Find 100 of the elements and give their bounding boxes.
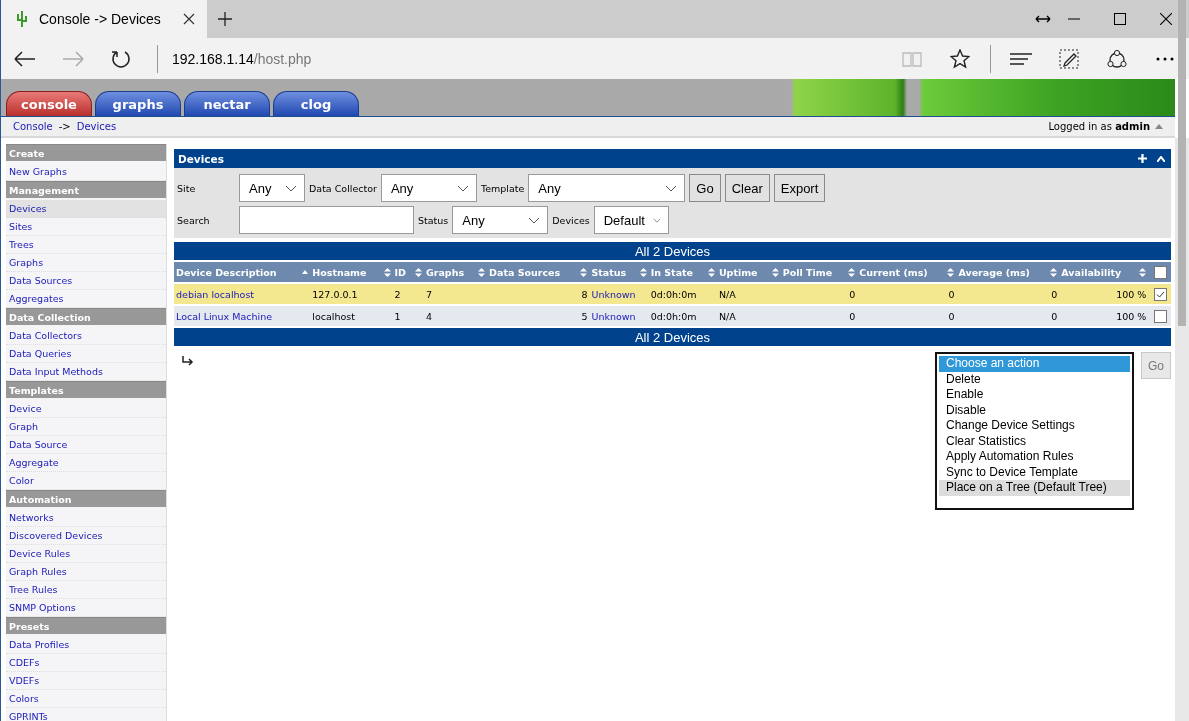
column-label: Average (ms): [958, 266, 1030, 278]
tab-title: Console -> Devices: [39, 11, 162, 27]
dropdown[interactable]: Any: [528, 174, 686, 202]
table-cell-text: 2: [393, 287, 402, 302]
table-cell-text: 0d:0h:0m: [649, 287, 698, 302]
action-option[interactable]: Place on a Tree (Default Tree): [939, 480, 1130, 496]
filter-button[interactable]: Export: [773, 174, 826, 202]
corner-arrow-icon: [182, 356, 194, 366]
sidebar-link[interactable]: GPRINTs: [6, 708, 166, 721]
filter-label: Data Collector: [309, 182, 377, 194]
sidebar-link[interactable]: Graphs: [6, 254, 166, 272]
filter-label: Devices: [552, 214, 590, 226]
column-header[interactable]: Uptime: [716, 262, 781, 282]
sidebar-link[interactable]: Data Source: [6, 436, 166, 454]
sidebar-link[interactable]: Data Collectors: [6, 327, 166, 345]
action-option[interactable]: Clear Statistics: [939, 433, 1130, 449]
table-cell-text: N/A: [717, 287, 737, 302]
scrollbar-thumb[interactable]: [1178, 0, 1186, 326]
sidebar-link[interactable]: Data Profiles: [6, 636, 166, 654]
close-icon: [1160, 13, 1172, 25]
forward-arrow-icon: [62, 50, 84, 67]
column-header[interactable]: Graphs: [423, 262, 488, 282]
more-icon: [1156, 56, 1174, 61]
sidebar-link[interactable]: Discovered Devices: [6, 527, 166, 545]
sidebar-link[interactable]: Aggregate: [6, 454, 166, 472]
row-checkbox[interactable]: [1154, 287, 1167, 301]
sidebar-link[interactable]: Tree Rules: [6, 581, 166, 599]
breadcrumb-link[interactable]: Devices: [76, 121, 117, 132]
action-option[interactable]: Enable: [939, 387, 1130, 403]
table-cell-text: 0: [848, 287, 857, 302]
table-cell-text: 0: [947, 287, 956, 302]
dropdown[interactable]: Any: [452, 206, 549, 234]
sort-ascending-icon[interactable]: [302, 270, 309, 274]
nav-tab[interactable]: console: [6, 91, 92, 116]
sidebar-link[interactable]: VDEFs: [6, 672, 166, 690]
filter-label: Status: [418, 214, 449, 226]
column-header[interactable]: Poll Time: [780, 262, 858, 282]
dropdown[interactable]: Any: [380, 174, 477, 202]
x-icon: [183, 13, 195, 25]
column-header[interactable]: Current (ms): [857, 262, 957, 282]
column-header[interactable]: Device Description: [174, 262, 311, 282]
cactus-icon: [15, 10, 29, 28]
status-link[interactable]: Unknown: [591, 310, 636, 322]
sidebar-link[interactable]: Data Queries: [6, 345, 166, 363]
action-option[interactable]: Disable: [939, 402, 1130, 418]
filter-button[interactable]: Clear: [724, 174, 770, 202]
search-field[interactable]: [239, 206, 414, 234]
sidebar-link[interactable]: Sites: [6, 218, 166, 236]
panel-title: Devices: [178, 152, 224, 165]
table-cell-text: 0: [1050, 309, 1059, 324]
back-arrow-icon: [14, 50, 36, 67]
description-link[interactable]: debian localhost: [176, 288, 255, 300]
dropdown[interactable]: Any: [239, 174, 305, 202]
column-label: Status: [591, 266, 627, 278]
row-checkbox[interactable]: [1154, 309, 1167, 323]
chevron-down-icon: [285, 184, 297, 192]
select-all-checkbox[interactable]: [1154, 265, 1167, 279]
caret-up-icon[interactable]: [1155, 124, 1163, 129]
column-header[interactable]: Status: [589, 262, 649, 282]
table-cell-text: 0: [1050, 287, 1059, 302]
action-option[interactable]: Delete: [939, 371, 1130, 387]
sidebar-link[interactable]: Data Sources: [6, 272, 166, 290]
column-header[interactable]: Hostname: [310, 262, 393, 282]
column-header[interactable]: Average (ms): [956, 262, 1060, 282]
column-label: Current (ms): [859, 266, 928, 278]
action-option[interactable]: Change Device Settings: [939, 418, 1130, 434]
action-option[interactable]: Sync to Device Template: [939, 464, 1130, 480]
collapse-icon[interactable]: [1157, 155, 1165, 162]
breadcrumb-link[interactable]: Console: [13, 121, 53, 132]
sidebar-heading: Presets: [6, 617, 166, 634]
sidebar-link[interactable]: CDEFs: [6, 654, 166, 672]
column-header[interactable]: In State: [648, 262, 717, 282]
action-option[interactable]: Apply Automation Rules: [939, 449, 1130, 465]
share-icon: [1106, 48, 1128, 69]
go-button[interactable]: Go: [1141, 352, 1171, 379]
table-footer: All 2 Devices: [174, 328, 1171, 346]
plus-icon[interactable]: [1138, 154, 1147, 163]
nav-tab[interactable]: graphs: [95, 91, 181, 116]
column-label: Graphs: [425, 266, 465, 278]
action-listbox[interactable]: Choose an action Delete Enable Disable Change Device Settings Clear Statistics Apply Automation Rules Sync to Device Template Place on a Tree (Default Tree): [935, 352, 1134, 510]
browser-tab[interactable]: Console -> Devices: [1, 0, 207, 38]
sidebar-link[interactable]: Device Rules: [6, 545, 166, 563]
dropdown[interactable]: Default: [593, 206, 669, 234]
filter-button[interactable]: Go: [689, 174, 721, 202]
description-link[interactable]: Local Linux Machine: [176, 310, 273, 322]
status-link[interactable]: Unknown: [591, 288, 636, 300]
sidebar-link[interactable]: Graph: [6, 418, 166, 436]
nav-tab[interactable]: nectar: [184, 91, 270, 116]
sidebar-heading: Automation: [6, 490, 166, 507]
sidebar-link[interactable]: Graph Rules: [6, 563, 166, 581]
nav-tab[interactable]: clog: [273, 91, 359, 116]
column-header[interactable]: ID: [392, 262, 424, 282]
column-header[interactable]: Availability: [1059, 262, 1149, 282]
close-tab-button[interactable]: [183, 13, 195, 25]
sidebar-link[interactable]: Devices: [6, 200, 166, 218]
sidebar-link[interactable]: Networks: [6, 509, 166, 527]
sidebar-link[interactable]: Trees: [6, 236, 166, 254]
column-header[interactable]: Data Sources: [487, 262, 590, 282]
sidebar-link[interactable]: Device: [6, 400, 166, 418]
sidebar-link[interactable]: Colors: [6, 690, 166, 708]
